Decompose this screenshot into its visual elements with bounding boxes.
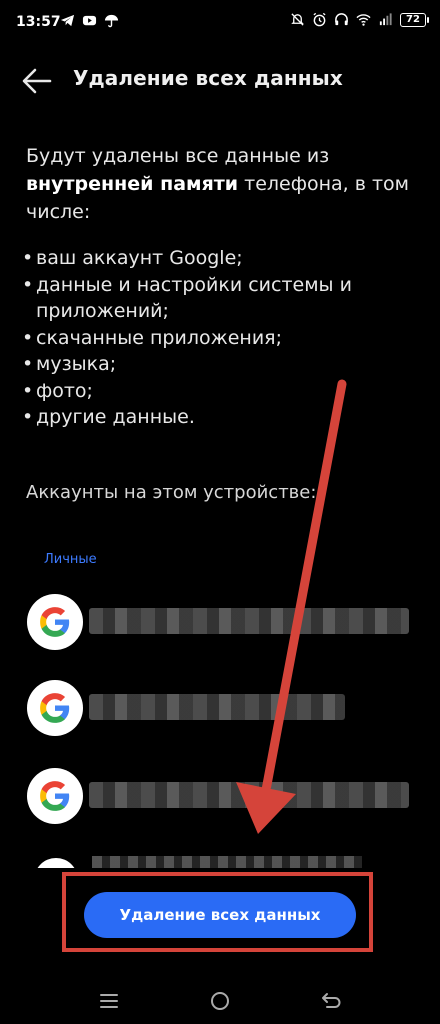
back-arrow-icon[interactable]	[20, 66, 54, 96]
account-row[interactable]	[27, 768, 427, 828]
list-item: • скачанные приложения;	[22, 326, 283, 349]
google-avatar	[27, 768, 83, 824]
list-item: • музыка;	[22, 353, 117, 375]
wifi-icon	[356, 14, 371, 26]
accounts-header: Аккаунты на этом устройстве:	[26, 482, 317, 503]
alarm-icon	[313, 12, 326, 27]
account-email-redacted	[89, 608, 409, 634]
system-nav-bar	[0, 976, 440, 1024]
status-time: 13:57	[16, 14, 61, 30]
google-avatar	[27, 594, 83, 650]
account-email-redacted	[89, 782, 409, 808]
back-nav-icon[interactable]	[318, 988, 344, 1014]
page-title: Удаление всех данных	[73, 66, 343, 90]
google-logo-icon	[40, 693, 70, 723]
data-list: • ваш аккаунт Google; • данные и настройки…	[22, 245, 422, 431]
signal-icon	[379, 13, 392, 26]
google-avatar	[27, 680, 83, 736]
list-item: • ваш аккаунт Google;	[22, 247, 243, 269]
list-item: • данные и настройки системы и приложений…	[22, 273, 352, 323]
telegram-icon	[60, 14, 75, 27]
youtube-icon	[82, 15, 97, 26]
battery-indicator: 72	[400, 12, 429, 27]
home-icon[interactable]	[207, 988, 233, 1014]
umbrella-icon	[104, 14, 119, 28]
section-label-personal: Личные	[44, 552, 97, 567]
status-bar: 13:57 72	[0, 0, 440, 44]
account-email-redacted	[89, 694, 345, 720]
list-item: • другие данные.	[22, 406, 195, 428]
list-item: • фото;	[22, 379, 93, 402]
description-bold: внутренней памяти	[26, 173, 239, 195]
google-logo-icon	[40, 607, 70, 637]
description-text: Будут удалены все данные из внутренней п…	[26, 145, 410, 223]
account-email-redacted	[92, 856, 362, 868]
headphones-icon	[335, 13, 348, 26]
highlight-frame	[62, 872, 373, 952]
account-row[interactable]	[27, 680, 427, 740]
mute-icon	[291, 13, 304, 26]
google-logo-icon	[40, 781, 70, 811]
account-row[interactable]	[27, 594, 427, 654]
menu-icon[interactable]	[96, 988, 122, 1014]
